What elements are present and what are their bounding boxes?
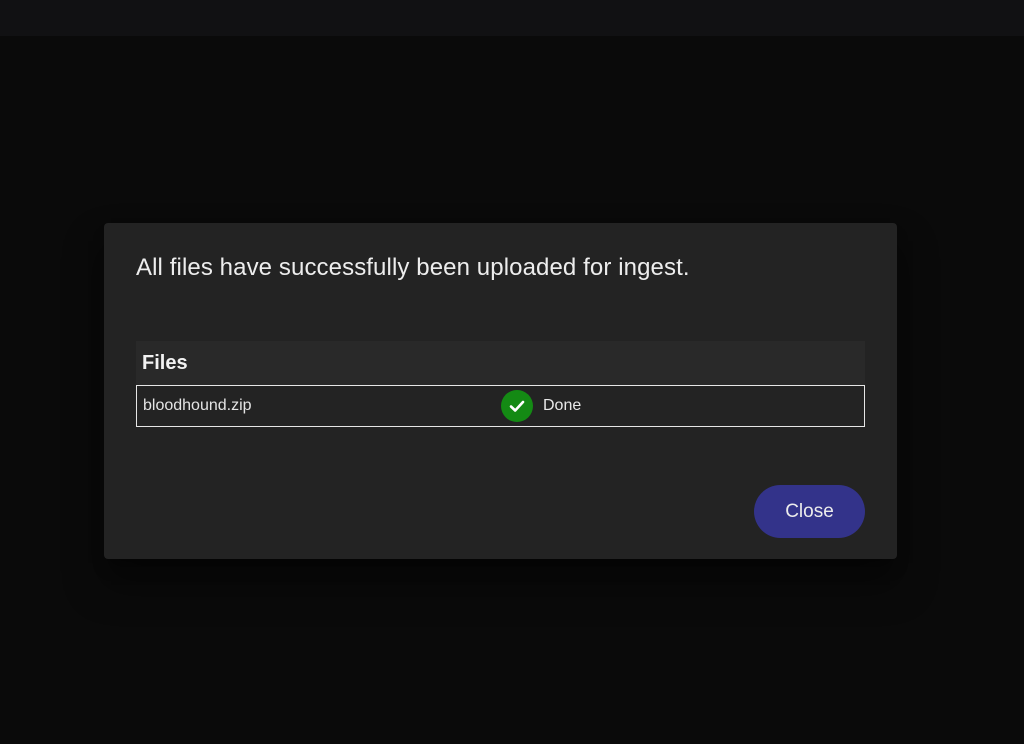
dialog-message: All files have successfully been uploade… (136, 254, 690, 281)
top-bar (0, 0, 1024, 36)
check-circle-icon (501, 390, 533, 422)
file-status: Done (501, 390, 581, 422)
files-table-header: Files (136, 341, 865, 385)
file-name: bloodhound.zip (143, 397, 252, 414)
files-header-label: Files (142, 351, 188, 374)
close-button[interactable]: Close (754, 485, 865, 538)
table-row: bloodhound.zip Done (136, 385, 865, 427)
upload-complete-dialog: All files have successfully been uploade… (104, 223, 897, 559)
files-table: Files bloodhound.zip Done (136, 341, 865, 427)
status-text: Done (543, 397, 582, 414)
